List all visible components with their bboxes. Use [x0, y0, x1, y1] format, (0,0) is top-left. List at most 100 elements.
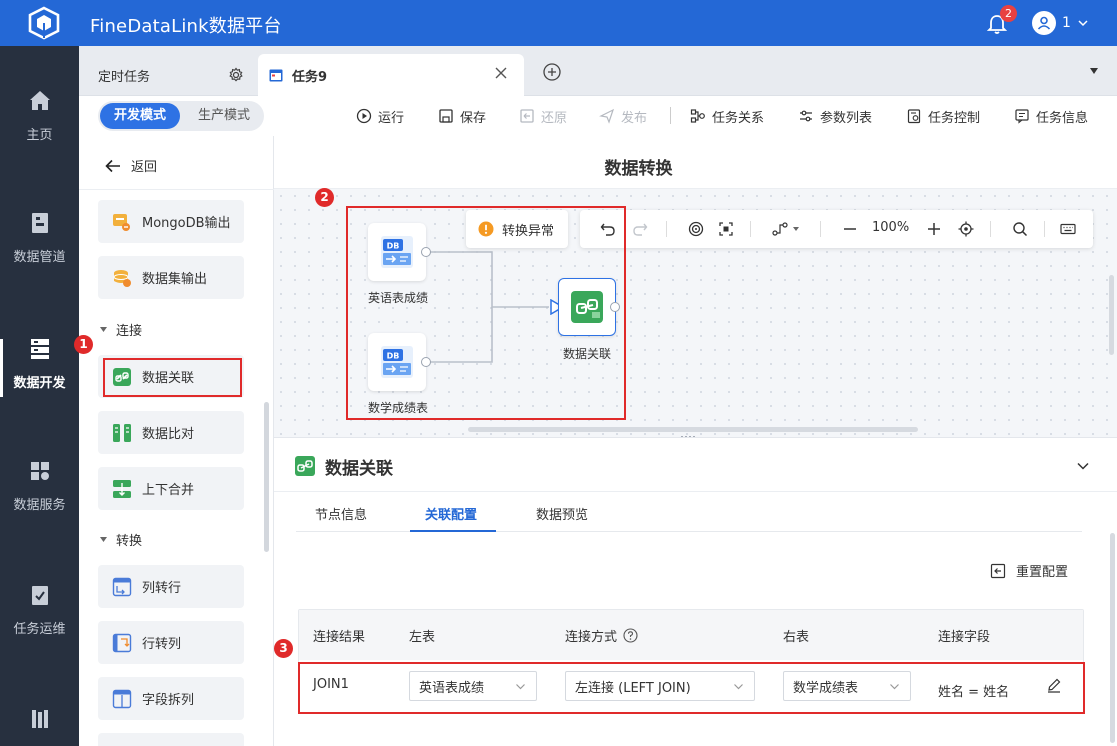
caret-down-icon: [100, 537, 107, 542]
search-icon[interactable]: [1012, 221, 1028, 237]
keyboard-icon[interactable]: [1060, 221, 1076, 237]
restore-button[interactable]: 还原: [519, 105, 567, 127]
gear-icon[interactable]: [228, 67, 244, 83]
component-field-split[interactable]: 字段拆列: [98, 677, 244, 720]
nav-item-data-dev[interactable]: 数据开发: [0, 336, 79, 391]
highlight-box-1: [103, 358, 242, 397]
group-transform[interactable]: 转换: [99, 530, 142, 549]
canvas-horizontal-scrollbar[interactable]: [468, 427, 918, 432]
restore-icon: [520, 109, 534, 123]
group-join[interactable]: 连接: [99, 320, 142, 339]
run-button[interactable]: 运行: [356, 105, 404, 127]
locate-icon[interactable]: [958, 221, 974, 237]
user-icon: [1037, 16, 1051, 30]
nav-item-task-ops[interactable]: 任务运维: [0, 582, 79, 637]
component-label: 行转列: [142, 637, 182, 652]
zoom-in-icon[interactable]: [926, 221, 942, 237]
tab-node-info[interactable]: 节点信息: [315, 504, 367, 523]
task-relation-button[interactable]: 任务关系: [690, 105, 764, 127]
nav-item-data-service[interactable]: 数据服务: [0, 458, 79, 513]
column-label: 右表: [783, 630, 810, 645]
tool-divider: [990, 221, 991, 237]
user-menu[interactable]: 1: [1032, 11, 1089, 35]
panel-scrollbar[interactable]: [264, 402, 269, 552]
sliders-icon: [800, 110, 812, 122]
param-list-button[interactable]: 参数列表: [798, 105, 872, 127]
notification-badge: 2: [1000, 5, 1017, 22]
canvas-vertical-scrollbar[interactable]: [1109, 275, 1114, 355]
tab-data-preview[interactable]: 数据预览: [536, 504, 588, 523]
join-table-header: 连接结果 左表 连接方式 右表 连接字段: [299, 610, 1083, 660]
tab-scheduled-tasks[interactable]: 定时任务: [98, 54, 256, 96]
save-button[interactable]: 保存: [438, 105, 486, 127]
component-label: 数据比对: [142, 427, 195, 442]
zoom-level: 100%: [872, 220, 910, 235]
toolbar-divider: [670, 107, 671, 124]
component-dataset-output[interactable]: 数据集输出: [98, 256, 244, 299]
group-label: 连接: [116, 324, 143, 339]
connector-style-icon[interactable]: [772, 221, 802, 237]
help-icon[interactable]: [623, 628, 638, 643]
tool-divider: [820, 221, 821, 237]
nav-label-task-ops: 任务运维: [13, 622, 66, 637]
component-data-compare[interactable]: 数据比对: [98, 411, 244, 454]
dev-mode-button[interactable]: 开发模式: [100, 103, 180, 129]
config-title: 数据关联: [325, 459, 393, 479]
flow-canvas[interactable]: DB 英语表成绩 DB 数学成绩表 数据关联 转换异常 100% 2: [274, 188, 1117, 442]
config-scrollbar[interactable]: [1110, 533, 1115, 743]
component-next-partial[interactable]: [98, 733, 244, 746]
annotation-badge-3: 3: [274, 639, 293, 658]
more-icon: [31, 710, 48, 728]
nav-item-more[interactable]: [0, 706, 79, 742]
highlight-box-3: [298, 662, 1085, 714]
add-tab-icon[interactable]: [542, 62, 562, 82]
pipeline-icon: [31, 213, 48, 233]
annotation-badge-1: 1: [74, 335, 93, 354]
panel-divider: [79, 189, 274, 190]
tab-task9[interactable]: 任务9: [258, 54, 524, 96]
overview-icon[interactable]: [688, 221, 704, 237]
component-mongodb-output[interactable]: MongoDB输出: [98, 200, 244, 243]
data-service-icon: [30, 462, 49, 480]
prod-mode-button[interactable]: 生产模式: [186, 103, 262, 129]
page-title: 数据转换: [604, 159, 673, 179]
task-info-button[interactable]: 任务信息: [1014, 105, 1088, 127]
nav-item-pipeline[interactable]: 数据管道: [0, 210, 79, 265]
reset-config-button[interactable]: 重置配置: [990, 561, 1068, 580]
save-label: 保存: [460, 110, 487, 126]
tab-label: 任务9: [292, 69, 328, 85]
component-label: 数据集输出: [142, 272, 208, 287]
user-name: 1: [1062, 15, 1071, 31]
component-column-to-row[interactable]: 列转行: [98, 565, 244, 608]
tabs-dropdown-icon[interactable]: [1089, 66, 1099, 76]
fit-screen-icon[interactable]: [718, 221, 734, 237]
reset-icon: [990, 563, 1006, 578]
task-control-button[interactable]: 任务控制: [906, 105, 980, 127]
column-label: 连接字段: [938, 630, 991, 645]
redo-icon[interactable]: [632, 221, 648, 237]
chevron-down-icon[interactable]: [1076, 459, 1090, 473]
reset-label: 重置配置: [1016, 565, 1069, 580]
component-row-to-column[interactable]: 行转列: [98, 621, 244, 664]
component-label: MongoDB输出: [142, 216, 231, 231]
tool-divider: [750, 221, 751, 237]
tool-divider: [666, 221, 667, 237]
field-split-icon: [112, 689, 132, 708]
component-vertical-merge[interactable]: 上下合并: [98, 467, 244, 510]
publish-button[interactable]: 发布: [599, 105, 647, 127]
annotation-badge-2: 2: [315, 188, 334, 207]
tab-bar: 定时任务 任务9: [79, 46, 1117, 96]
data-compare-icon: [113, 423, 131, 442]
relation-icon: [690, 109, 705, 123]
tab-join-config[interactable]: 关联配置: [425, 504, 477, 523]
back-button[interactable]: 返回: [105, 156, 157, 175]
zoom-out-icon[interactable]: [842, 221, 858, 237]
col-header-join-field: 连接字段: [938, 626, 990, 645]
task-control-label: 任务控制: [928, 110, 981, 126]
nav-item-home[interactable]: 主页: [0, 88, 79, 143]
close-icon[interactable]: [494, 66, 508, 80]
node-config-panel: 数据关联 节点信息 关联配置 数据预览 重置配置 连接结果 左表 连接方式 右表…: [274, 437, 1117, 746]
col-header-result: 连接结果: [313, 626, 365, 645]
data-dev-icon: [30, 339, 49, 359]
dataset-output-icon: [113, 269, 131, 287]
